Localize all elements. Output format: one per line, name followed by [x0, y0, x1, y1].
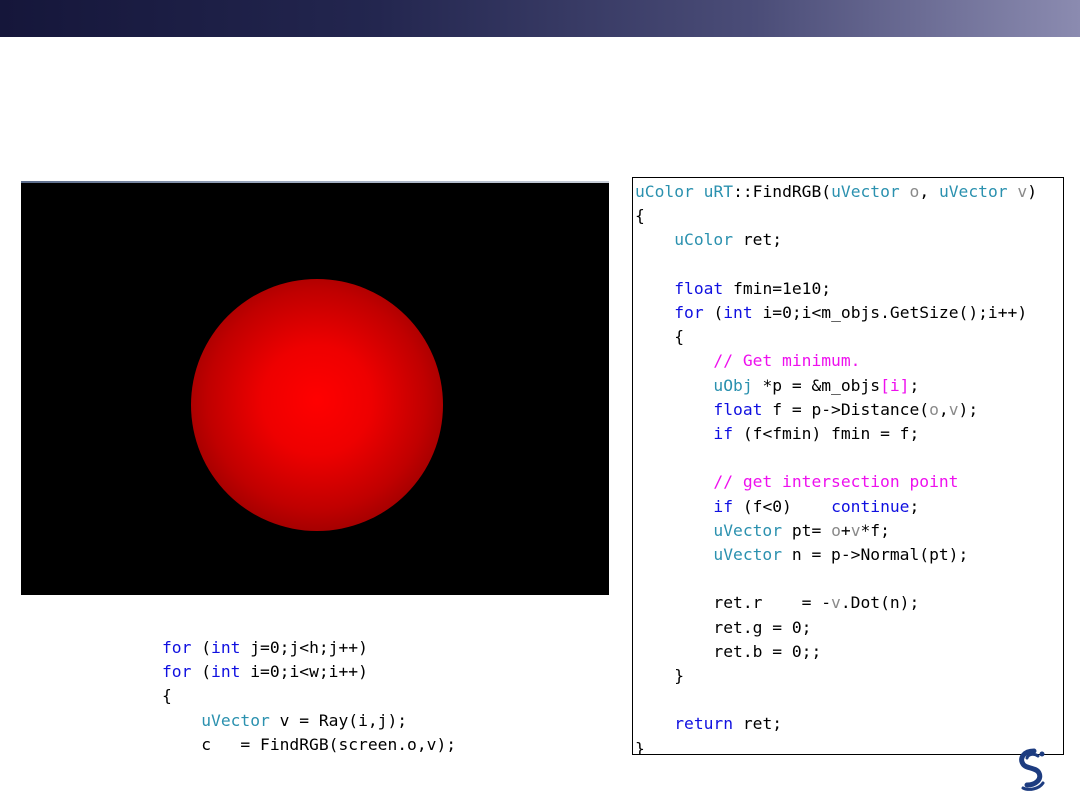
code-line: return ret; — [674, 714, 783, 734]
logo-icon — [1019, 748, 1045, 791]
title-bar — [0, 0, 1080, 37]
code-line: ​ — [635, 253, 1037, 277]
code-line: ​ — [635, 446, 1037, 470]
code-line: float f = p->Distance(o,v); — [713, 399, 979, 419]
code-line: if (f<0) continue; — [713, 496, 920, 516]
render-output-image — [21, 181, 609, 595]
findrgb-code: uColor uRT::FindRGB(uVector o, uVector v… — [635, 180, 1038, 755]
code-line: } — [635, 666, 685, 686]
code-line: for (int j=0;j<h;j++) — [162, 638, 368, 657]
code-line: uColor ret; — [674, 230, 783, 250]
code-line: uVector v = Ray(i,j); — [201, 710, 408, 730]
code-line: uVector pt= o+v*f; — [713, 520, 890, 540]
render-loop-code: for (int j=0;j<h;j++) for (int i=0;i<w;i+… — [162, 636, 456, 757]
code-line: for (int i=0;i<m_objs.GetSize();i++) — [674, 303, 1028, 323]
code-line: ret.r = -v.Dot(n); — [635, 593, 920, 613]
code-line: uVector n = p->Normal(pt); — [713, 545, 969, 565]
code-line: // Get minimum. — [713, 351, 861, 371]
code-line: uObj *p = &m_objs[i]; — [713, 375, 920, 395]
code-line: { — [162, 686, 172, 706]
code-line: { — [635, 327, 685, 347]
code-line: float fmin=1e10; — [674, 278, 832, 298]
code-line: { — [635, 206, 645, 226]
findrgb-code-panel: uColor uRT::FindRGB(uVector o, uVector v… — [632, 177, 1064, 755]
code-line: uColor uRT::FindRGB(uVector o, uVector v… — [635, 182, 1038, 201]
code-line: ret.b = 0;; — [635, 641, 822, 661]
code-line: ret.g = 0; — [635, 617, 812, 637]
code-line: } — [635, 738, 645, 755]
code-line: ​ — [635, 688, 1037, 712]
code-line: // get intersection point — [713, 472, 959, 492]
red-sphere — [191, 279, 443, 531]
image-top-edge — [21, 181, 609, 183]
code-line: for (int i=0;i<w;i++) — [162, 662, 368, 682]
code-line: c = FindRGB(screen.o,v); — [162, 734, 457, 754]
code-line: ​ — [635, 567, 1037, 591]
code-line: if (f<fmin) fmin = f; — [713, 424, 920, 444]
